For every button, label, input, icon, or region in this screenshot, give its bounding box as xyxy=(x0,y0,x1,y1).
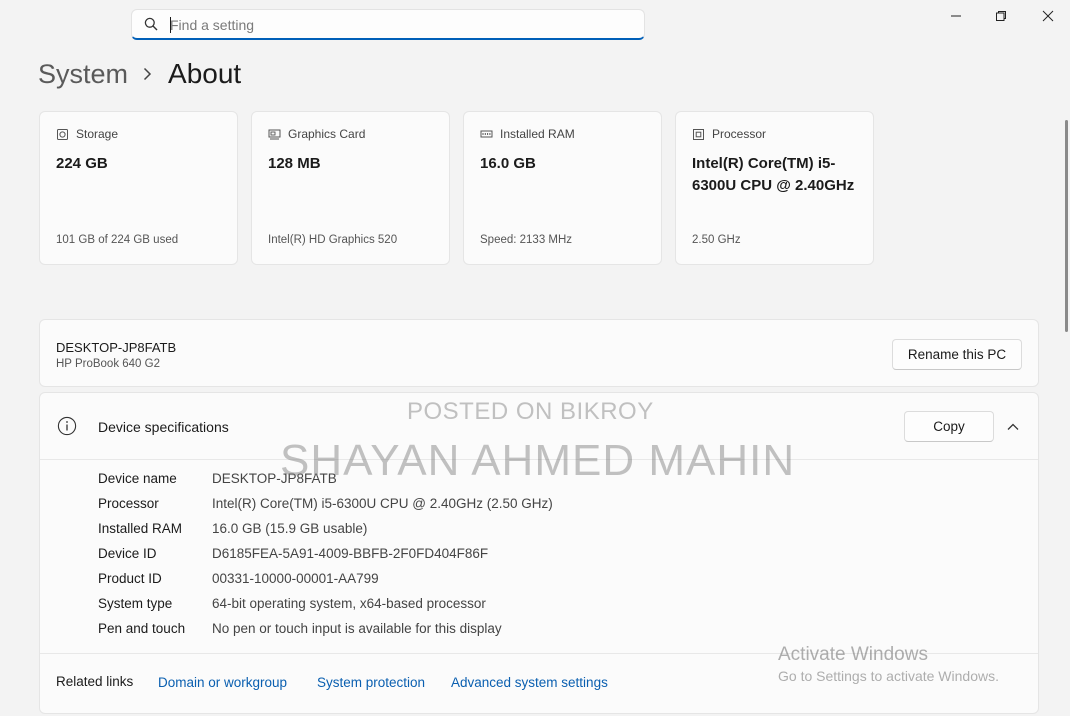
spec-row: Product ID 00331-10000-00001-AA799 xyxy=(98,571,553,596)
section-title: Device specifications xyxy=(98,419,229,435)
card-value: Intel(R) Core(TM) i5-6300U CPU @ 2.40GHz xyxy=(692,155,855,194)
chevron-up-icon[interactable] xyxy=(1006,420,1020,434)
card-header: Installed RAM xyxy=(480,127,575,141)
minimize-icon xyxy=(951,15,961,17)
restore-icon xyxy=(996,11,1006,21)
search-input[interactable] xyxy=(170,15,630,35)
spec-key: Processor xyxy=(98,496,159,511)
rename-pc-button[interactable]: Rename this PC xyxy=(892,339,1022,370)
chevron-right-icon xyxy=(144,67,152,81)
spec-row: Pen and touch No pen or touch input is av… xyxy=(98,621,553,646)
card-subtext: Speed: 2133 MHz xyxy=(480,234,573,246)
spec-row: Installed RAM 16.0 GB (15.9 GB usable) xyxy=(98,521,553,546)
spec-key: Device ID xyxy=(98,546,157,561)
graphics-card-card[interactable]: Graphics Card 128 MB Intel(R) HD Graphic… xyxy=(251,111,450,265)
graphics-card-icon xyxy=(268,129,281,139)
spec-value: 64-bit operating system, x64-based proce… xyxy=(212,596,486,611)
search-icon xyxy=(144,17,158,31)
card-header: Graphics Card xyxy=(268,127,365,141)
breadcrumb: System About xyxy=(38,58,241,90)
spec-key: Installed RAM xyxy=(98,521,183,536)
spec-key: System type xyxy=(98,596,173,611)
spec-key: Pen and touch xyxy=(98,621,186,636)
card-title: Processor xyxy=(712,127,767,141)
spec-value: 16.0 GB (15.9 GB usable) xyxy=(212,521,368,536)
minimize-button[interactable] xyxy=(946,6,966,26)
card-subtext: Intel(R) HD Graphics 520 xyxy=(268,234,398,246)
spec-key: Device name xyxy=(98,471,177,486)
pc-model: HP ProBook 640 G2 xyxy=(56,358,160,370)
spec-row: System type 64-bit operating system, x64-… xyxy=(98,596,553,621)
card-subtext: 101 GB of 224 GB used xyxy=(56,234,179,246)
pc-name: DESKTOP-JP8FATB xyxy=(56,340,177,355)
restore-button[interactable] xyxy=(991,6,1011,26)
domain-or-workgroup-link[interactable]: Domain or workgroup xyxy=(158,675,287,690)
processor-icon xyxy=(693,128,704,140)
info-icon xyxy=(57,416,77,436)
storage-icon xyxy=(57,128,68,140)
spec-value: No pen or touch input is available for t… xyxy=(212,621,502,636)
card-value: 128 MB xyxy=(268,155,321,172)
close-icon xyxy=(1042,10,1054,22)
card-title: Graphics Card xyxy=(288,127,366,141)
advanced-system-settings-link[interactable]: Advanced system settings xyxy=(451,675,608,690)
spec-row: Device ID D6185FEA-5A91-4009-BBFB-2F0FD40… xyxy=(98,546,553,571)
text-caret xyxy=(170,17,171,33)
card-title: Installed RAM xyxy=(500,127,575,141)
spec-row: Processor Intel(R) Core(TM) i5-6300U CPU … xyxy=(98,496,553,521)
watermark-posted: POSTED ON BIKROY xyxy=(407,398,654,425)
processor-card[interactable]: Processor Intel(R) Core(TM) i5-6300U CPU… xyxy=(675,111,874,265)
card-header: Storage xyxy=(56,127,118,141)
spec-value: 00331-10000-00001-AA799 xyxy=(212,571,379,586)
card-value: 224 GB xyxy=(56,155,108,172)
related-links-label: Related links xyxy=(56,674,134,689)
pc-name-panel: DESKTOP-JP8FATB HP ProBook 640 G2 Rename… xyxy=(39,319,1039,387)
system-protection-link[interactable]: System protection xyxy=(317,675,425,690)
storage-card[interactable]: Storage 224 GB 101 GB of 224 GB used xyxy=(39,111,238,265)
card-title: Storage xyxy=(76,127,119,141)
scrollbar[interactable] xyxy=(1065,120,1068,332)
ram-icon xyxy=(480,130,493,137)
activation-title: Activate Windows xyxy=(778,644,928,665)
ram-card[interactable]: Installed RAM 16.0 GB Speed: 2133 MHz xyxy=(463,111,662,265)
spec-value: Intel(R) Core(TM) i5-6300U CPU @ 2.40GHz… xyxy=(212,496,553,511)
spec-key: Product ID xyxy=(98,571,162,586)
page-title: About xyxy=(168,58,242,89)
card-value: 16.0 GB xyxy=(480,155,536,172)
card-header: Processor xyxy=(692,127,766,141)
close-button[interactable] xyxy=(1038,6,1058,26)
activation-subtext: Go to Settings to activate Windows. xyxy=(778,668,999,684)
spec-value: D6185FEA-5A91-4009-BBFB-2F0FD404F86F xyxy=(212,546,489,561)
spec-list: Device name DESKTOP-JP8FATB Processor Inte… xyxy=(98,471,553,646)
card-subtext: 2.50 GHz xyxy=(692,234,741,246)
copy-button[interactable]: Copy xyxy=(904,411,994,442)
breadcrumb-parent[interactable]: System xyxy=(38,59,128,90)
search-box[interactable] xyxy=(131,9,645,40)
watermark-name: SHAYAN AHMED MAHIN xyxy=(280,436,796,485)
